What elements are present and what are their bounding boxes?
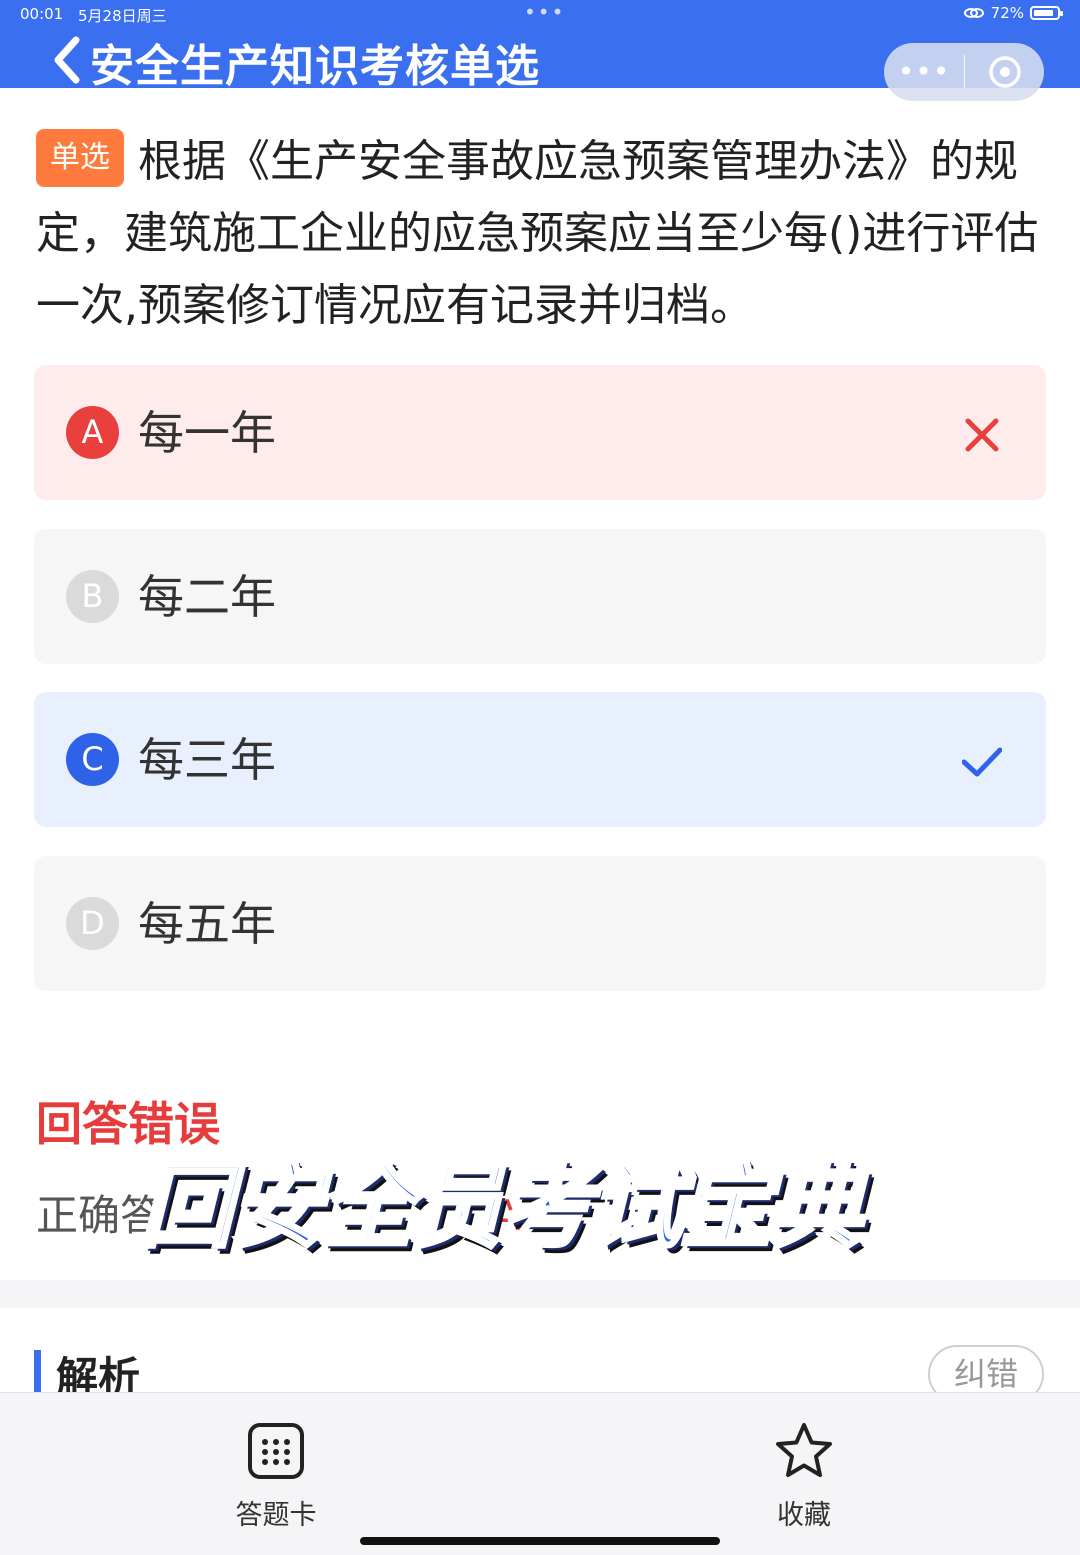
target-close-icon [988,56,1021,88]
question-type-badge: 单选 [36,129,124,187]
correct-check-icon [962,747,1002,777]
wrong-x-icon [965,418,999,452]
battery-icon [1030,6,1063,20]
option-c[interactable]: C 每三年 [34,692,1046,827]
status-time: 00:01 [20,5,64,23]
home-indicator[interactable] [360,1537,720,1545]
question-text: 根据《生产安全事故应急预案管理办法》的规定，建筑施工企业的应急预案应当至少每()… [36,136,1039,331]
grid-card-icon [248,1423,304,1479]
option-a[interactable]: A 每一年 [34,365,1046,500]
mini-program-capsule: ••• [884,43,1044,101]
question-block: 单选 根据《生产安全事故应急预案管理办法》的规定，建筑施工企业的应急预案应当至少每… [36,126,1051,342]
multitask-dots[interactable]: ••• [524,0,565,24]
video-watermark-text: 回安全员考试宝典 [138,1151,864,1262]
option-b[interactable]: B 每二年 [34,529,1046,664]
option-text: 每一年 [138,406,276,460]
page-title: 安全生产知识考核单选 [90,41,540,92]
answer-card-label: 答题卡 [235,1500,317,1531]
status-right: 72% [963,4,1063,22]
status-date: 5月28日周三 [78,7,167,25]
option-letter: A [66,406,119,459]
option-d[interactable]: D 每五年 [34,856,1046,991]
option-letter: C [66,733,119,786]
option-letter: B [66,570,119,623]
favorite-tab[interactable]: 收藏 [724,1421,884,1532]
bottom-tab-bar: 答题卡 收藏 [0,1392,1080,1555]
back-arrow-icon[interactable] [48,34,88,86]
option-text: 每三年 [138,733,276,787]
favorite-label: 收藏 [777,1500,831,1531]
link-icon [963,8,984,18]
option-text: 每二年 [138,570,276,624]
header-bar: 00:01 5月28日周三 ••• 72% 安全生产知识考核单选 ••• [0,0,1080,101]
close-mini-program-button[interactable] [965,54,1044,90]
answer-card-tab[interactable]: 答题卡 [196,1421,356,1532]
section-divider [0,1280,1080,1308]
analysis-accent-bar [34,1350,41,1392]
star-icon [776,1423,832,1477]
battery-percent: 72% [990,4,1024,22]
option-letter: D [66,897,119,950]
option-text: 每五年 [138,897,276,951]
more-menu-button[interactable]: ••• [884,43,964,101]
